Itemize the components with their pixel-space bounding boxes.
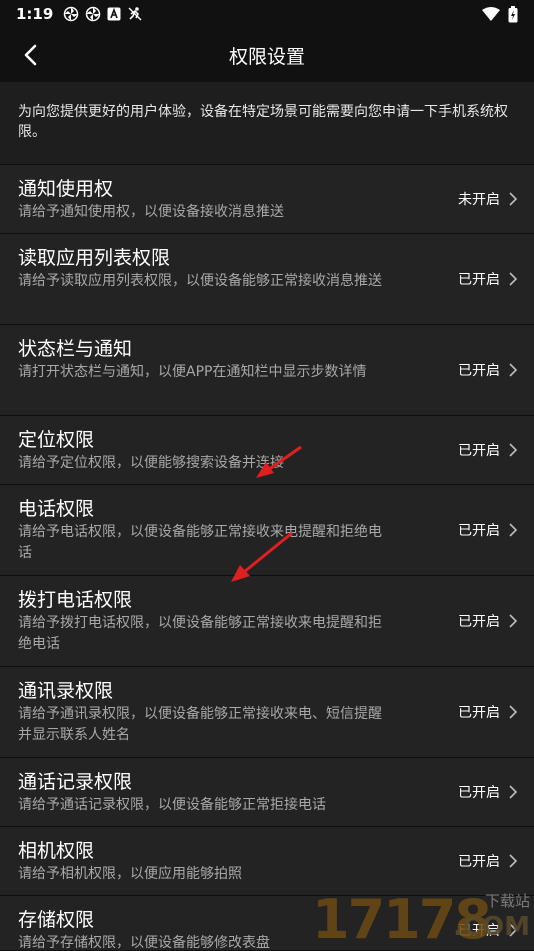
permission-row[interactable]: 状态栏与通知请打开状态栏与通知，以便APP在通知栏中显示步数详情 已开启: [0, 324, 534, 415]
chevron-right-icon: [509, 272, 518, 286]
status-time: 1:19: [16, 5, 54, 23]
permission-list: 通知使用权请给予通知使用权，以便设备接收消息推送 未开启读取应用列表权限请给予读取…: [0, 164, 534, 950]
permission-description: 请给予通话记录权限，以便设备能够正常拒接电话: [18, 797, 326, 813]
permission-status-group: 已开启: [458, 325, 518, 415]
permission-status-group: 已开启: [458, 896, 518, 950]
permission-row[interactable]: 通讯录权限请给予通讯录权限，以便设备能够正常接收来电、短信提醒并显示联系人姓名 已…: [0, 666, 534, 757]
status-left: 1:19: [16, 5, 143, 23]
permission-title: 相机权限: [18, 840, 95, 862]
chevron-right-icon: [509, 854, 518, 868]
chevron-right-icon: [509, 192, 518, 206]
chevron-right-icon: [509, 523, 518, 537]
intro-text: 为向您提供更好的用户体验，设备在特定场景可能需要向您申请一下手机系统权限。: [18, 104, 508, 140]
no-run-icon: [128, 7, 142, 21]
back-button[interactable]: [12, 37, 48, 73]
content: 为向您提供更好的用户体验，设备在特定场景可能需要向您申请一下手机系统权限。 通知…: [0, 82, 534, 950]
permission-description: 请给予拨打电话权限，以便设备能够正常接收来电提醒和拒绝电话: [18, 615, 382, 652]
permission-title: 存储权限: [18, 909, 95, 931]
status-bar: 1:19: [0, 0, 534, 28]
permission-status: 已开启: [458, 363, 500, 379]
permission-row[interactable]: 读取应用列表权限请给予读取应用列表权限，以便设备能够正常接收消息推送 已开启: [0, 233, 534, 324]
permission-title: 状态栏与通知: [18, 338, 133, 360]
permission-title: 通讯录权限: [18, 680, 114, 702]
chevron-right-icon: [509, 363, 518, 377]
permission-description: 请给予通讯录权限，以便设备能够正常接收来电、短信提醒并显示联系人姓名: [18, 706, 382, 743]
permission-status-group: 已开启: [458, 758, 518, 826]
permission-description: 请给予读取应用列表权限，以便设备能够正常接收消息推送: [18, 273, 382, 289]
wifi-icon: [482, 7, 500, 21]
permission-row[interactable]: 相机权限请给予相机权限，以便应用能够拍照 已开启: [0, 826, 534, 895]
chevron-right-icon: [509, 614, 518, 628]
permission-description: 请给予相机权限，以便应用能够拍照: [18, 866, 242, 882]
permission-status-group: 未开启: [458, 165, 518, 233]
permission-status: 已开启: [458, 523, 500, 539]
chevron-right-icon: [509, 705, 518, 719]
permission-description: 请给予通知使用权，以便设备接收消息推送: [18, 204, 284, 220]
permission-row[interactable]: 通知使用权请给予通知使用权，以便设备接收消息推送 未开启: [0, 164, 534, 233]
back-arrow-icon: [24, 44, 37, 66]
permission-row[interactable]: 拨打电话权限请给予拨打电话权限，以便设备能够正常接收来电提醒和拒绝电话 已开启: [0, 575, 534, 666]
page-title: 权限设置: [228, 45, 305, 68]
chevron-right-icon: [509, 923, 518, 937]
permission-title: 电话权限: [18, 498, 95, 520]
app-bar: 权限设置: [0, 28, 534, 82]
permission-status: 已开启: [458, 614, 500, 630]
permission-description: 请给予电话权限，以便设备能够正常接收来电提醒和拒绝电话: [18, 524, 382, 561]
chevron-right-icon: [509, 443, 518, 457]
permission-description: 请打开状态栏与通知，以便APP在通知栏中显示步数详情: [18, 364, 367, 380]
permission-title: 定位权限: [18, 429, 95, 451]
chevron-right-icon: [509, 785, 518, 799]
permission-title: 读取应用列表权限: [18, 247, 171, 269]
permission-status-group: 已开启: [458, 576, 518, 666]
pinwheel-icon: [86, 6, 101, 22]
permission-status: 已开启: [458, 785, 500, 801]
permission-row[interactable]: 定位权限请给予定位权限，以便能够搜索设备并连接 已开启: [0, 415, 534, 484]
permission-description: 请给予存储权限，以便设备能够修改表盘: [18, 935, 270, 950]
status-right: [482, 5, 518, 23]
permission-status-group: 已开启: [458, 234, 518, 324]
permission-title: 通话记录权限: [18, 771, 133, 793]
permission-row[interactable]: 电话权限请给予电话权限，以便设备能够正常接收来电提醒和拒绝电话 已开启: [0, 484, 534, 575]
permission-status-group: 已开启: [458, 667, 518, 757]
battery-icon: [508, 5, 518, 22]
permission-status: 未开启: [458, 192, 500, 208]
status-icons: [63, 6, 143, 22]
permission-status: 已开启: [458, 443, 500, 459]
permission-description: 请给予定位权限，以便能够搜索设备并连接: [18, 455, 284, 471]
permission-status: 已开启: [458, 705, 500, 721]
permission-status: 已开启: [458, 923, 500, 939]
permission-row[interactable]: 存储权限请给予存储权限，以便设备能够修改表盘 已开启: [0, 895, 534, 950]
permission-title: 通知使用权: [18, 178, 114, 200]
text-a-icon: [107, 7, 121, 21]
permission-status-group: 已开启: [458, 827, 518, 895]
permission-status: 已开启: [458, 854, 500, 870]
permission-status: 已开启: [458, 272, 500, 288]
permission-row[interactable]: 通话记录权限请给予通话记录权限，以便设备能够正常拒接电话 已开启: [0, 757, 534, 826]
pinwheel-icon: [64, 6, 79, 22]
permission-status-group: 已开启: [458, 485, 518, 575]
permission-title: 拨打电话权限: [18, 589, 133, 611]
permission-status-group: 已开启: [458, 416, 518, 484]
